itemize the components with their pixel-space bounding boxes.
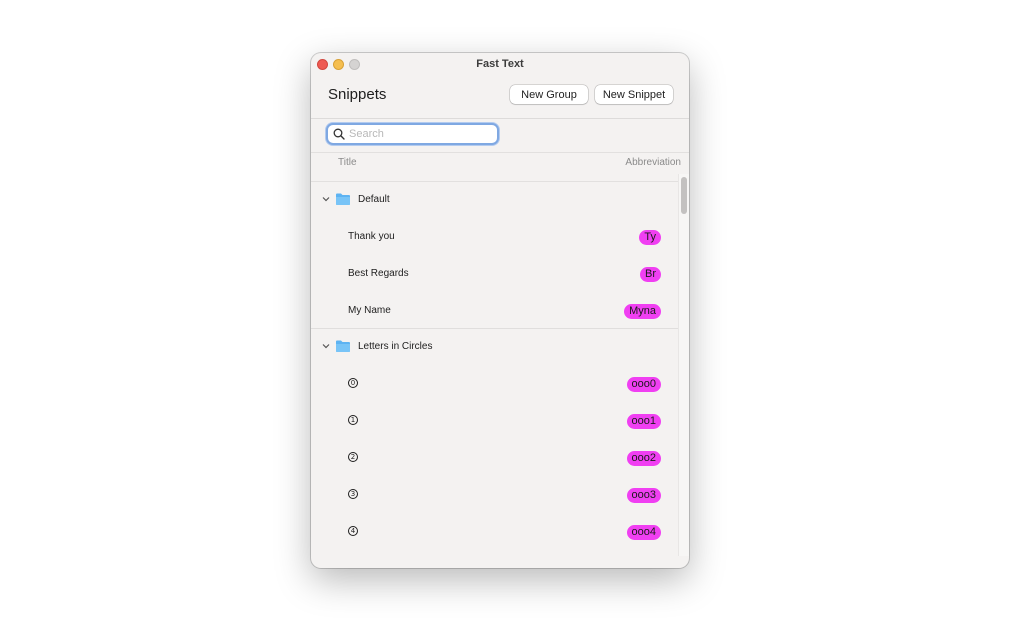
search-icon [333,128,345,140]
abbreviation-badge: ooo2 [626,451,661,466]
chevron-down-icon[interactable] [321,194,331,204]
abbreviation-badge: Ty [639,230,661,245]
snippet-row[interactable]: 3 ooo3 [311,477,678,514]
snippet-list: Default Thank you Ty Best Regards Br My … [311,182,678,568]
new-group-button[interactable]: New Group [510,85,588,104]
snippet-row[interactable]: 0 ooo0 [311,366,678,403]
snippet-row[interactable]: 1 ooo1 [311,403,678,440]
app-window: Fast Text Snippets New Group New Snippet… [311,53,689,568]
search-field[interactable] [328,125,497,143]
abbreviation-badge: ooo3 [626,488,661,503]
abbreviation-badge: ooo0 [626,377,661,392]
window-title: Fast Text [476,58,524,70]
snippet-row[interactable]: My Name Myna [311,293,678,330]
abbreviation-badge: ooo1 [626,414,661,429]
abbreviation-badge: Br [640,267,661,282]
circled-digit: 2 [348,452,358,462]
column-header-title[interactable]: Title [338,157,357,168]
toolbar: Snippets New Group New Snippet [311,75,689,118]
circled-digit: 0 [348,378,358,388]
abbreviation-badge: Myna [624,304,661,319]
search-input[interactable] [349,126,489,142]
search-divider [311,152,689,153]
circled-digit: 4 [348,526,358,536]
scrollbar-thumb[interactable] [681,177,687,214]
circled-digit: 1 [348,415,358,425]
chevron-down-icon[interactable] [321,341,331,351]
vertical-scrollbar[interactable] [678,174,689,556]
new-snippet-button[interactable]: New Snippet [595,85,673,104]
folder-icon [336,193,350,205]
abbreviation-badge: ooo4 [626,525,661,540]
snippet-row[interactable]: 4 ooo4 [311,514,678,551]
snippet-row[interactable]: Thank you Ty [311,219,678,256]
toolbar-divider [311,118,689,119]
snippet-row[interactable]: 2 ooo2 [311,440,678,477]
snippet-title: Best Regards [348,268,409,279]
group-row-letters-in-circles[interactable]: Letters in Circles [311,329,678,366]
title-bar: Fast Text [311,53,689,75]
circled-digit: 3 [348,489,358,499]
page-title: Snippets [328,86,387,103]
snippet-title: Thank you [348,231,395,242]
group-label: Letters in Circles [358,341,433,352]
snippet-title: My Name [348,305,391,316]
group-label: Default [358,194,390,205]
group-row-default[interactable]: Default [311,182,678,219]
folder-icon [336,340,350,352]
snippet-row[interactable]: Best Regards Br [311,256,678,293]
column-header-abbreviation[interactable]: Abbreviation [625,157,681,168]
